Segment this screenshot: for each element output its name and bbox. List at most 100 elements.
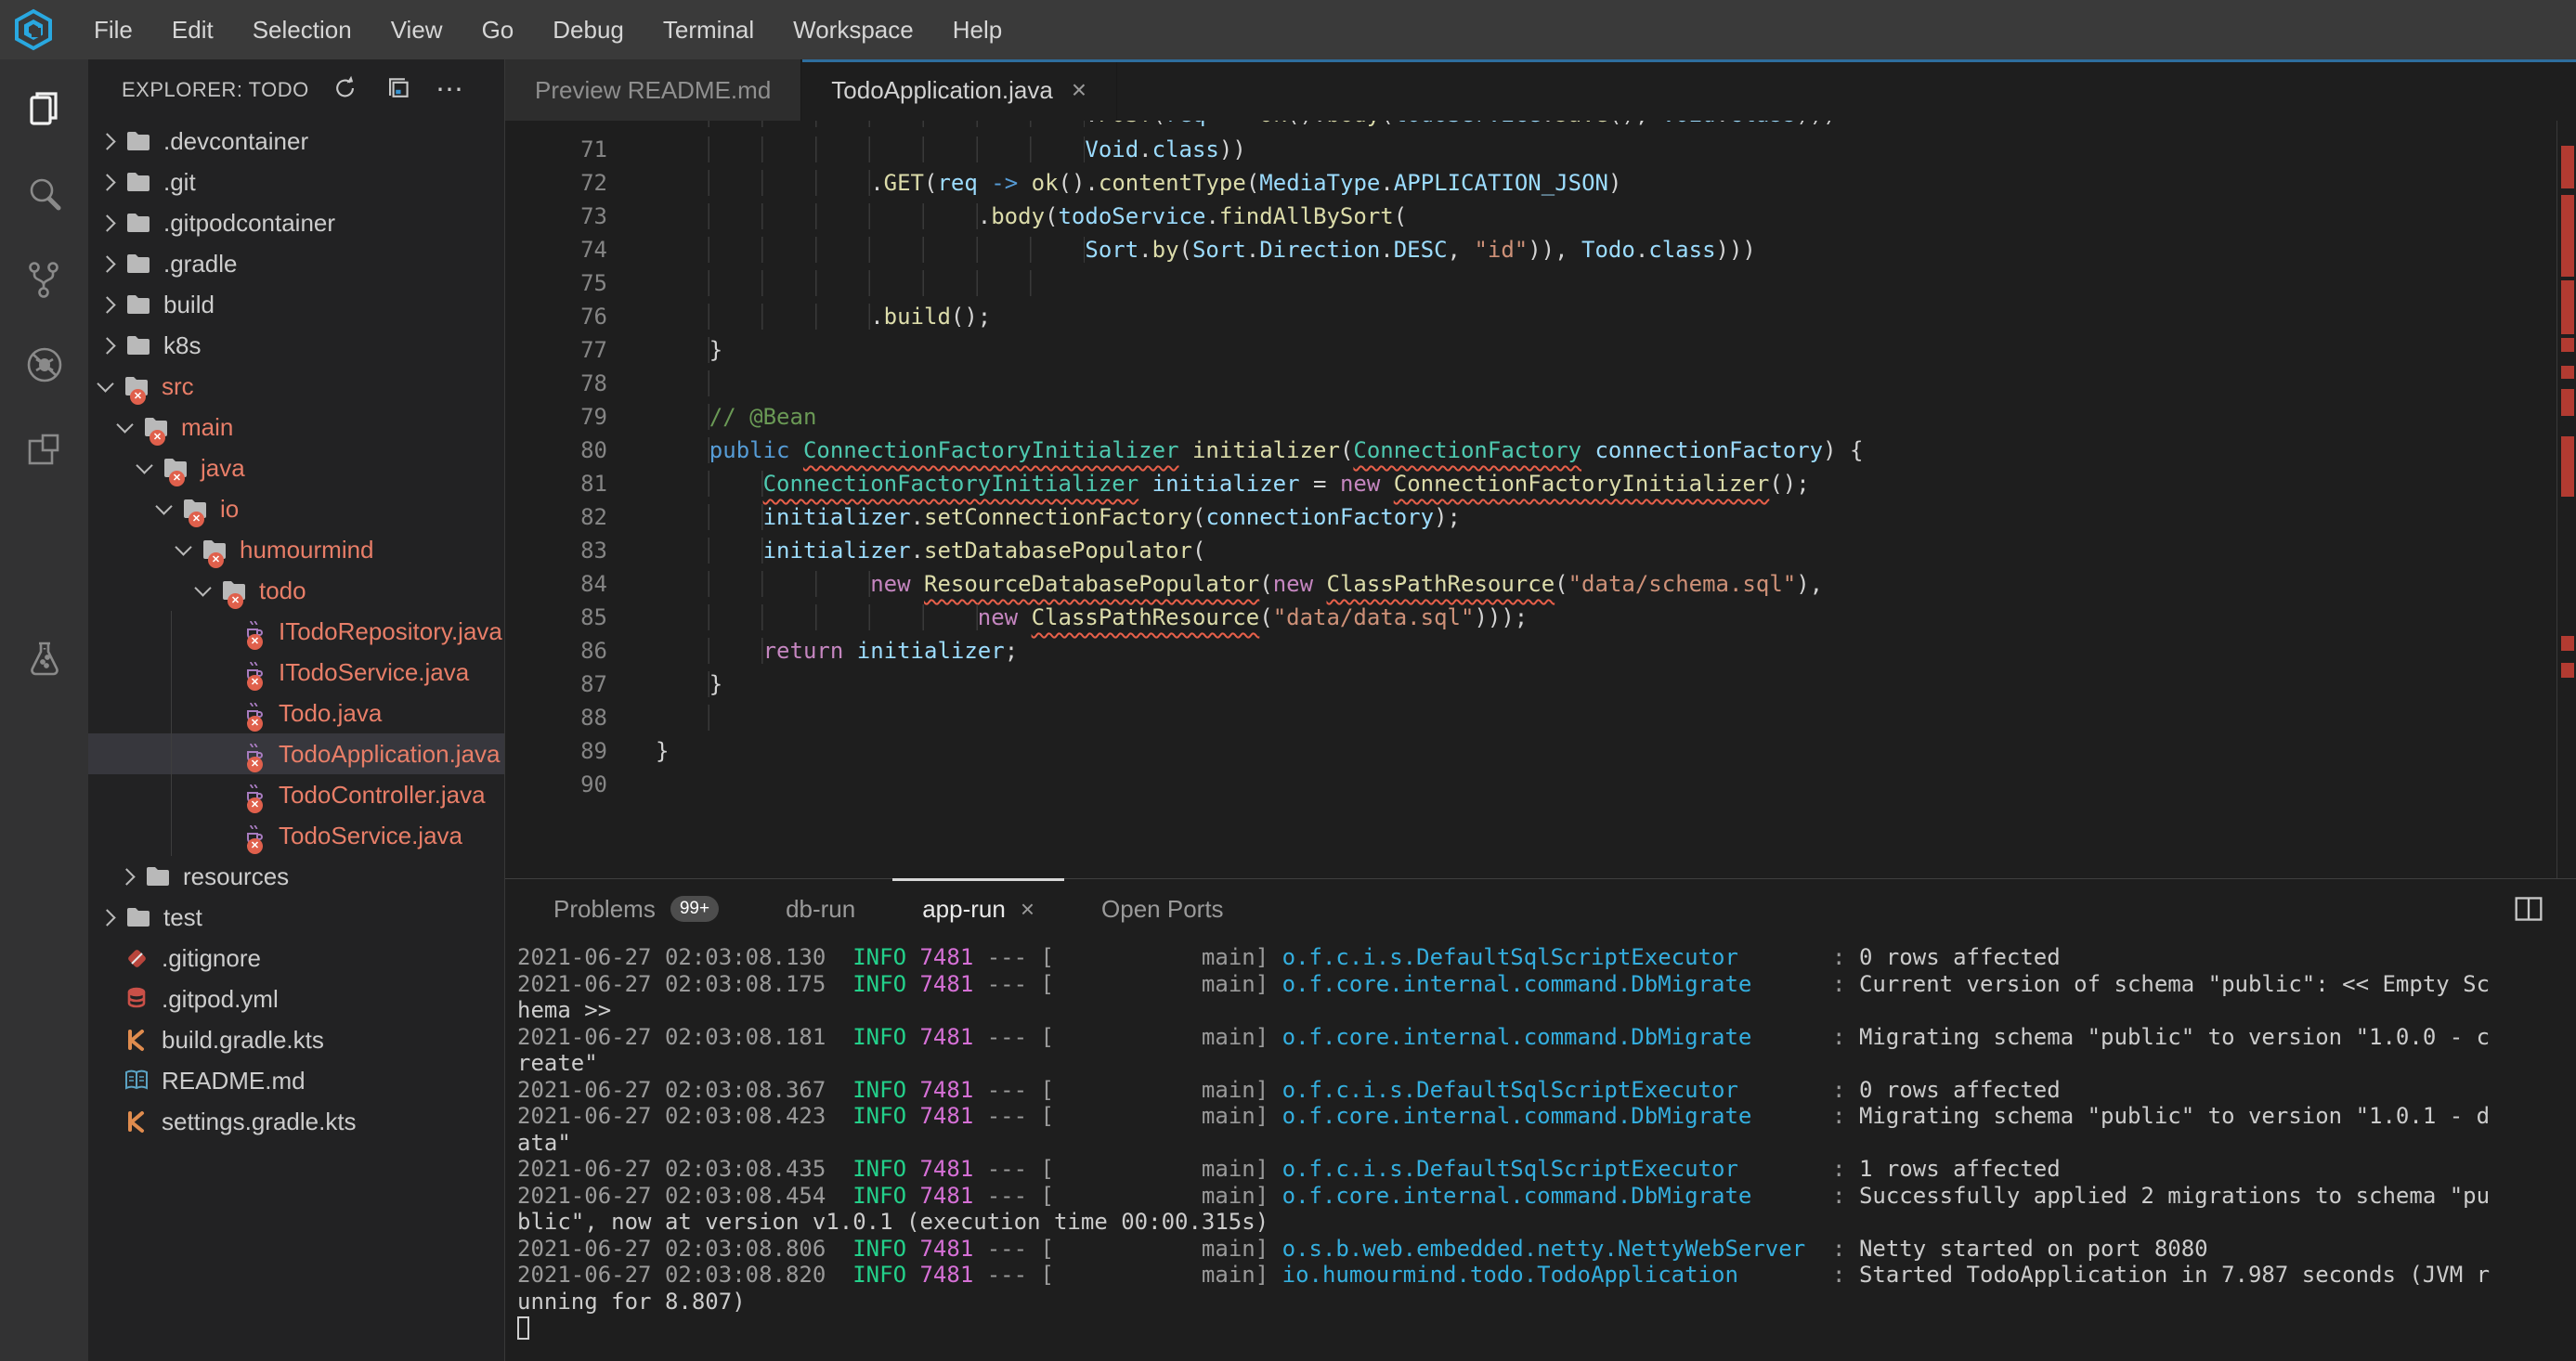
tree-item-build[interactable]: build — [88, 284, 504, 325]
file-tree: .devcontainer.git.gitpodcontainer .gradle… — [88, 121, 504, 1142]
token: Sort — [1192, 237, 1246, 263]
tree-item-itodorepository-java[interactable]: ✕ITodoRepository.java — [88, 611, 504, 652]
tree-item-java[interactable]: ✕java — [88, 447, 504, 488]
tree-item-io[interactable]: ✕io — [88, 488, 504, 529]
terminal-text: --- [ main] — [973, 1262, 1281, 1288]
ide-window: File Edit Selection View Go Debug Terminal Work… — [0, 0, 2576, 1361]
folder-icon: ✕ — [162, 454, 191, 482]
tree-item-itodoservice-java[interactable]: ✕ITodoService.java — [88, 652, 504, 693]
panel-tab-open-ports[interactable]: Open Ports — [1068, 879, 1257, 939]
plugin-icon[interactable] — [23, 429, 66, 472]
menu-go[interactable]: Go — [482, 16, 514, 45]
panel-tab-problems[interactable]: Problems99+ — [520, 879, 752, 939]
tree-item--git[interactable]: .git — [88, 162, 504, 202]
close-icon[interactable]: × — [1072, 77, 1086, 103]
menu-help[interactable]: Help — [953, 16, 1002, 45]
tab-todoapplication-java[interactable]: TodoApplication.java× — [801, 59, 1117, 121]
tree-item--gradle[interactable]: .gradle — [88, 243, 504, 284]
tree-item-main[interactable]: ✕main — [88, 407, 504, 447]
token: (). — [1059, 170, 1099, 196]
explorer-title: EXPLORER: TODO — [122, 78, 309, 102]
terminal-text: Migrating schema "public" to version "1.… — [1859, 1024, 2490, 1050]
tree-item-todo[interactable]: ✕todo — [88, 570, 504, 611]
token — [1138, 471, 1151, 497]
tree-item-src[interactable]: ✕src — [88, 366, 504, 407]
folder-icon: ✕ — [220, 577, 250, 604]
split-panel-icon[interactable] — [2513, 894, 2544, 928]
tree-item-todoservice-java[interactable]: ✕TodoService.java — [88, 815, 504, 856]
code-line-77: 77 } — [505, 333, 2576, 367]
indent-guides — [656, 471, 763, 497]
terminal-line: hema >> — [517, 997, 2576, 1024]
tree-item-label: .gradle — [163, 250, 238, 279]
menu-file[interactable]: File — [94, 16, 133, 45]
tree-item-build-gradle-kts[interactable]: build.gradle.kts — [88, 1019, 504, 1060]
files-icon[interactable] — [23, 87, 66, 130]
tree-item-k8s[interactable]: k8s — [88, 325, 504, 366]
more-actions-icon[interactable]: ⋯ — [436, 85, 465, 95]
java-file-icon: ✕ — [240, 699, 269, 727]
refresh-icon[interactable] — [332, 74, 359, 107]
error-badge-icon: ✕ — [208, 552, 224, 568]
panel-tab-app-run[interactable]: app-run× — [889, 879, 1068, 939]
java-file-icon: ✕ — [240, 617, 269, 645]
indent-guides — [656, 136, 1085, 162]
tab-preview-readme-md[interactable]: Preview README.md — [505, 59, 801, 121]
tree-item--gitpodcontainer[interactable]: .gitpodcontainer — [88, 202, 504, 243]
tree-indent-guide — [171, 611, 172, 856]
terminal-text — [906, 1024, 919, 1050]
tree-item-label: .gitpod.yml — [162, 985, 279, 1014]
line-number: 79 — [505, 400, 607, 434]
token: } — [656, 738, 669, 764]
token: (); — [1769, 471, 1809, 497]
close-icon[interactable]: × — [1021, 895, 1034, 924]
test-flask-icon[interactable] — [23, 639, 66, 681]
code-line-82: 82 initializer.setConnectionFactory(conn… — [505, 500, 2576, 534]
terminal-text — [906, 971, 919, 997]
tree-item-todoapplication-java[interactable]: ✕TodoApplication.java — [88, 733, 504, 774]
collapse-folders-icon[interactable] — [384, 74, 411, 107]
error-badge-icon: ✕ — [150, 430, 165, 446]
debug-icon[interactable] — [23, 343, 66, 386]
code-text: .build(); — [656, 300, 991, 333]
tree-item-settings-gradle-kts[interactable]: settings.gradle.kts — [88, 1101, 504, 1142]
chevron-down-icon — [155, 498, 172, 514]
menu-selection[interactable]: Selection — [253, 16, 352, 45]
tree-item-test[interactable]: test — [88, 897, 504, 938]
tree-item-readme-md[interactable]: README.md — [88, 1060, 504, 1101]
source-control-icon[interactable] — [23, 258, 66, 301]
tree-item-humourmind[interactable]: ✕humourmind — [88, 529, 504, 570]
tree-item-todo-java[interactable]: ✕Todo.java — [88, 693, 504, 733]
token: . — [1205, 203, 1218, 229]
code-editor[interactable]: .POST(req -> ok().body(todoService.save(… — [505, 121, 2576, 878]
tree-item--devcontainer[interactable]: .devcontainer — [88, 121, 504, 162]
token: ( — [1394, 203, 1407, 229]
menu-edit[interactable]: Edit — [172, 16, 214, 45]
line-number: 85 — [505, 601, 607, 634]
chevron-right-icon — [118, 868, 135, 885]
menu-debug[interactable]: Debug — [553, 16, 624, 45]
code-text — [656, 367, 709, 400]
token: ); — [1434, 504, 1461, 530]
token: "id" — [1474, 237, 1528, 263]
token: ; — [1005, 638, 1018, 664]
panel-tab-db-run[interactable]: db-run — [752, 879, 889, 939]
code-line-90: 90 — [505, 768, 2576, 801]
tree-item-todocontroller-java[interactable]: ✕TodoController.java — [88, 774, 504, 815]
terminal-output[interactable]: 2021-06-27 02:03:08.130 INFO 7481 --- [ … — [505, 939, 2576, 1361]
tree-item-label: resources — [183, 862, 289, 891]
token: ) — [1608, 170, 1621, 196]
tree-item--gitpod-yml[interactable]: .gitpod.yml — [88, 979, 504, 1019]
tree-item-resources[interactable]: resources — [88, 856, 504, 897]
token: )) — [1219, 136, 1246, 162]
terminal-text: 2021-06-27 02:03:08.435 — [517, 1156, 852, 1182]
menu-workspace[interactable]: Workspace — [793, 16, 914, 45]
search-icon[interactable] — [23, 173, 66, 215]
overview-ruler-scrollbar[interactable] — [2556, 121, 2576, 878]
menu-terminal[interactable]: Terminal — [663, 16, 754, 45]
menu-view[interactable]: View — [391, 16, 443, 45]
token: . — [870, 304, 883, 330]
token: body — [1327, 121, 1381, 127]
token: Todo — [1581, 237, 1635, 263]
tree-item--gitignore[interactable]: .gitignore — [88, 938, 504, 979]
